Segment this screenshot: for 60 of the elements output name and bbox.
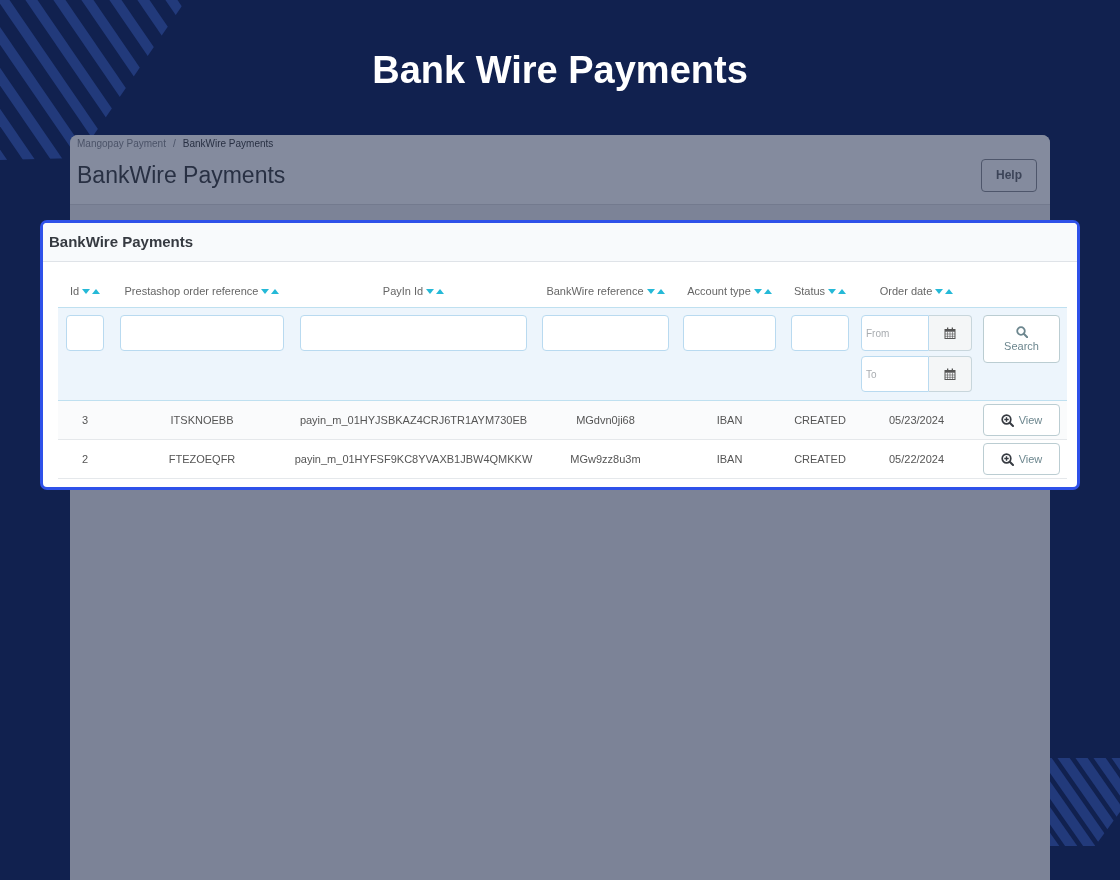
calendar-button[interactable] bbox=[929, 315, 972, 351]
view-button[interactable]: View bbox=[983, 404, 1060, 436]
table-cell: payin_m_01HYJSBKAZ4CRJ6TR1AYM730EB bbox=[299, 413, 528, 427]
table-cell: IBAN bbox=[716, 452, 743, 466]
sort-up-icon[interactable] bbox=[271, 288, 280, 294]
sort-up-icon[interactable] bbox=[436, 288, 445, 294]
filter-input[interactable] bbox=[120, 315, 284, 351]
calendar-icon bbox=[944, 368, 956, 380]
calendar-button[interactable] bbox=[929, 356, 972, 392]
table-cell: payin_m_01HYFSF9KC8YVAXB1JBW4QMKKW bbox=[294, 452, 533, 466]
filter-input[interactable] bbox=[300, 315, 527, 351]
zoom-in-icon bbox=[1000, 452, 1014, 466]
column-header: Id bbox=[69, 284, 80, 298]
sort-up-icon[interactable] bbox=[945, 288, 954, 294]
view-button[interactable]: View bbox=[983, 443, 1060, 475]
sort-up-icon[interactable] bbox=[838, 288, 847, 294]
column-header: BankWire reference bbox=[546, 284, 644, 298]
column-header: Status bbox=[793, 284, 826, 298]
panel-title: BankWire Payments bbox=[49, 231, 194, 252]
sort-up-icon[interactable] bbox=[656, 288, 665, 294]
calendar-icon bbox=[944, 327, 956, 339]
filter-input[interactable] bbox=[791, 315, 849, 351]
date-from-field[interactable]: From bbox=[861, 315, 929, 351]
table-cell: ITSKNOEBB bbox=[170, 413, 234, 427]
filter-input[interactable] bbox=[683, 315, 776, 351]
table-cell: MGdvn0ji68 bbox=[576, 413, 635, 427]
table-cell: CREATED bbox=[794, 452, 846, 466]
search-icon bbox=[1015, 325, 1028, 338]
sort-down-icon[interactable] bbox=[753, 288, 762, 294]
search-button[interactable]: Search bbox=[983, 315, 1060, 363]
table-cell: 2 bbox=[81, 452, 89, 466]
filter-input[interactable] bbox=[542, 315, 669, 351]
column-header: Account type bbox=[687, 284, 751, 298]
table-cell: 3 bbox=[81, 413, 89, 427]
sort-down-icon[interactable] bbox=[261, 288, 270, 294]
page-title: Bank Wire Payments bbox=[372, 48, 748, 93]
table-cell: IBAN bbox=[716, 413, 743, 427]
table-cell: 05/23/2024 bbox=[888, 413, 945, 427]
column-header: PayIn Id bbox=[382, 284, 424, 298]
table-cell: CREATED bbox=[794, 413, 846, 427]
help-button[interactable]: Help bbox=[981, 158, 1037, 192]
column-header: Order date bbox=[879, 284, 933, 298]
sort-up-icon[interactable] bbox=[92, 288, 101, 294]
column-header: Prestashop order reference bbox=[124, 284, 259, 298]
sort-down-icon[interactable] bbox=[82, 288, 91, 294]
filter-input[interactable] bbox=[66, 315, 104, 351]
sort-down-icon[interactable] bbox=[426, 288, 435, 294]
table-cell: FTEZOEQFR bbox=[168, 452, 236, 466]
breadcrumb-current: BankWire Payments bbox=[182, 137, 274, 151]
zoom-in-icon bbox=[1000, 413, 1014, 427]
sort-down-icon[interactable] bbox=[935, 288, 944, 294]
page-heading: BankWire Payments bbox=[77, 161, 286, 190]
sort-up-icon[interactable] bbox=[763, 288, 772, 294]
sort-down-icon[interactable] bbox=[646, 288, 655, 294]
table-cell: MGw9zz8u3m bbox=[570, 452, 641, 466]
breadcrumb-separator: / bbox=[172, 137, 176, 151]
breadcrumb-link[interactable]: Mangopay Payment bbox=[77, 137, 166, 151]
date-to-field[interactable]: To bbox=[861, 356, 929, 392]
table-cell: 05/22/2024 bbox=[888, 452, 945, 466]
sort-down-icon[interactable] bbox=[828, 288, 837, 294]
